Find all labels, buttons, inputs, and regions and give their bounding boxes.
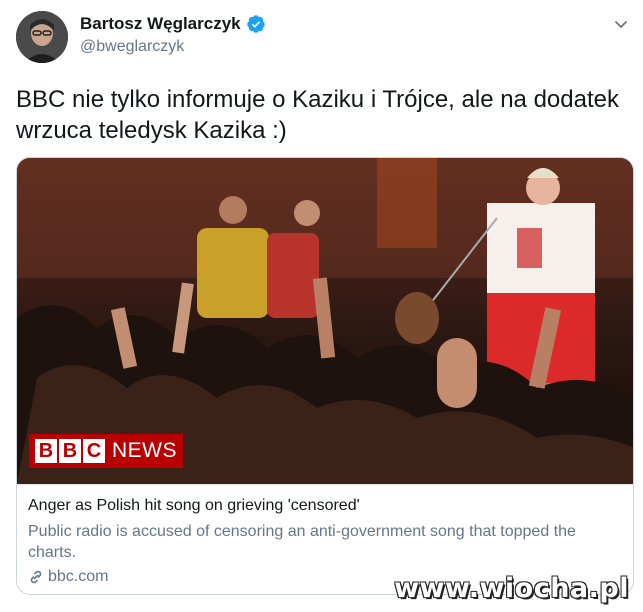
card-image[interactable]: B B C NEWS <box>17 158 633 484</box>
bbc-logo-letter: B <box>35 439 57 463</box>
display-name[interactable]: Bartosz Węglarczyk <box>80 14 241 34</box>
bbc-logo-letter: C <box>83 439 105 463</box>
avatar-photo <box>16 11 68 63</box>
chevron-down-icon[interactable] <box>613 16 629 32</box>
card-description: Public radio is accused of censoring an … <box>28 523 576 561</box>
watermark: www.wiocha.pl <box>394 573 629 604</box>
avatar[interactable] <box>16 11 68 63</box>
bbc-news-logo: B B C NEWS <box>29 434 183 468</box>
card-domain-text: bbc.com <box>48 568 109 585</box>
card-body[interactable]: Anger as Polish hit song on grieving 'ce… <box>17 484 633 585</box>
handle[interactable]: @bweglarczyk <box>80 38 266 56</box>
card-domain[interactable]: bbc.com <box>28 568 108 586</box>
card-title[interactable]: Anger as Polish hit song on grieving 'ce… <box>28 497 360 515</box>
bbc-logo-letter: B <box>59 439 81 463</box>
link-card[interactable]: B B C NEWS Anger as Polish hit song on g… <box>16 157 634 595</box>
link-icon <box>28 569 44 585</box>
tweet: Bartosz Węglarczyk @bweglarczyk BBC nie … <box>0 0 643 612</box>
tweet-text: BBC nie tylko informuje o Kaziku i Trójc… <box>16 86 619 144</box>
bbc-logo-news: NEWS <box>112 439 177 462</box>
author-info: Bartosz Węglarczyk @bweglarczyk <box>80 14 266 56</box>
verified-badge-icon <box>246 14 266 34</box>
